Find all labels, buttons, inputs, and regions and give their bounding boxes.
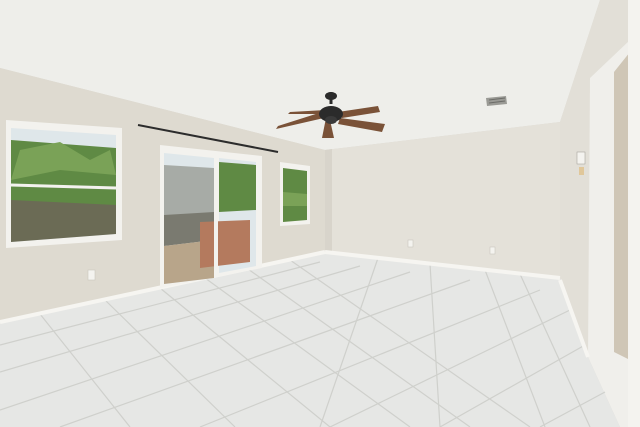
sliding-glass-door [160, 145, 262, 288]
corner-shadow [325, 149, 332, 253]
window-left [6, 120, 122, 248]
doorway-frame [628, 0, 640, 427]
room-scene [0, 0, 640, 427]
wall-thermostat [576, 151, 586, 165]
wall-switch [579, 167, 584, 175]
outlet-back-wall-2 [489, 246, 496, 255]
outlet-left-wall [87, 269, 96, 281]
outlet-back-wall-1 [407, 239, 414, 248]
window-center [280, 162, 310, 226]
doorway-inner-wall [614, 52, 630, 360]
